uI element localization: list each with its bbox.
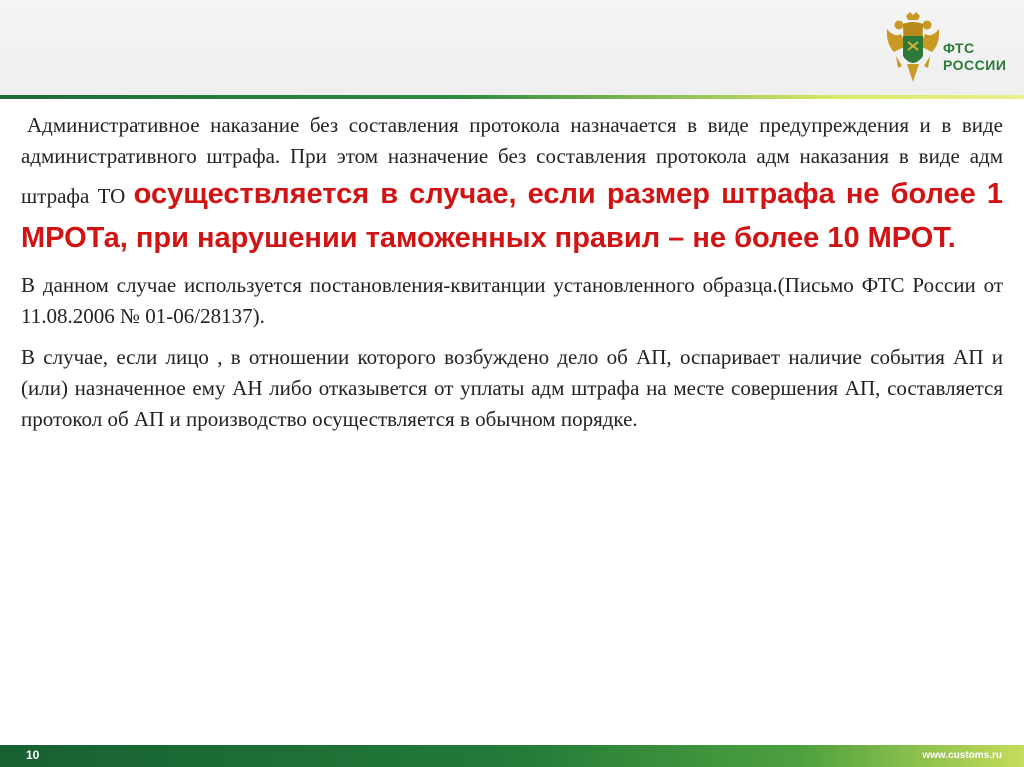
- paragraph-1: Административное наказание без составлен…: [21, 110, 1003, 260]
- logo-text: ФТС РОССИИ: [943, 40, 1006, 74]
- slide-body: Административное наказание без составлен…: [21, 110, 1003, 445]
- footer-site-link[interactable]: www.customs.ru: [922, 750, 1002, 761]
- header-divider: [0, 95, 1024, 99]
- paragraph-3: В случае, если лицо , в отношении которо…: [21, 345, 1003, 431]
- paragraph-1-emphasis: осуществляется в случае, если размер штр…: [21, 178, 1003, 254]
- fts-logo: ФТС РОССИИ: [884, 12, 1016, 86]
- logo-line-2: РОССИИ: [943, 57, 1007, 73]
- header-band: [0, 0, 1024, 95]
- paragraph-2: В данном случае используется постановлен…: [21, 273, 1003, 328]
- double-headed-eagle-icon: [886, 12, 940, 82]
- footer-spacer: [0, 722, 1024, 745]
- footer-bar: [0, 745, 1024, 767]
- logo-line-1: ФТС: [943, 40, 975, 56]
- page-number: 10: [26, 748, 40, 762]
